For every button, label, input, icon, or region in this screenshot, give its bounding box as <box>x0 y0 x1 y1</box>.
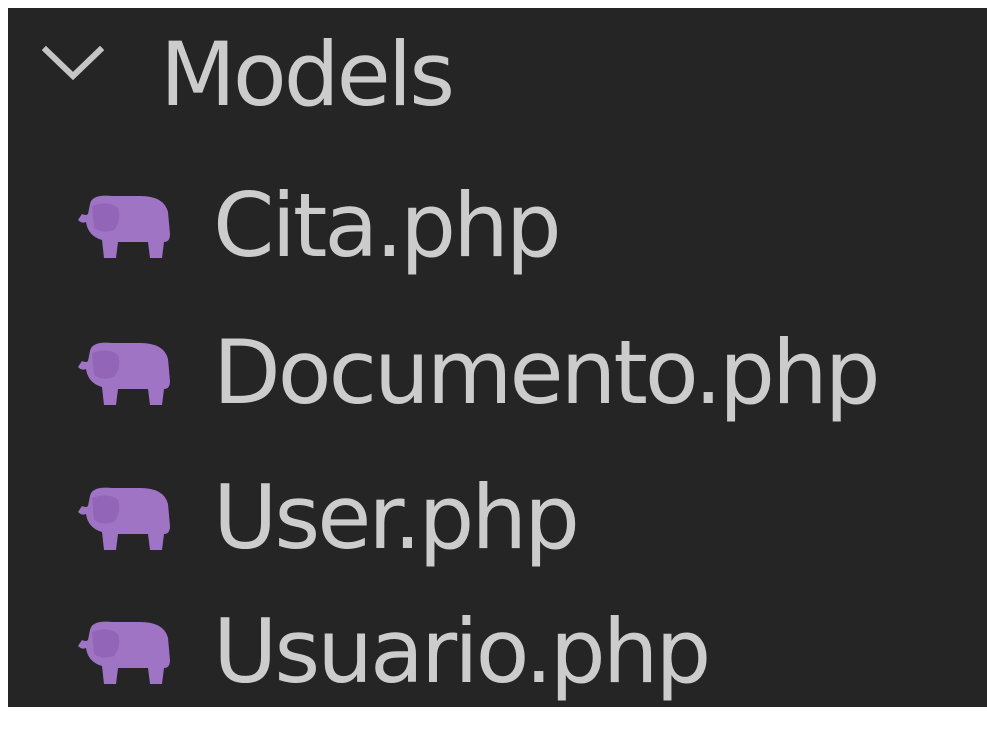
file-row-user[interactable]: User.php <box>8 458 987 608</box>
file-label: Usuario.php <box>213 600 711 703</box>
file-row-cita[interactable]: Cita.php <box>8 166 987 316</box>
file-label: Cita.php <box>213 174 562 277</box>
php-elephant-icon <box>78 621 170 684</box>
php-elephant-icon <box>78 487 170 550</box>
chevron-down-icon[interactable] <box>42 46 104 80</box>
file-label: Documento.php <box>213 321 881 424</box>
folder-row-models[interactable]: Models <box>8 8 987 136</box>
file-explorer-tree: Models Cita.php Documento.php User.php U… <box>8 8 987 707</box>
file-row-documento[interactable]: Documento.php <box>8 313 987 463</box>
folder-label: Models <box>160 23 455 126</box>
file-row-usuario[interactable]: Usuario.php <box>8 592 987 707</box>
file-label: User.php <box>213 466 580 569</box>
php-elephant-icon <box>78 342 170 405</box>
php-elephant-icon <box>78 195 170 258</box>
